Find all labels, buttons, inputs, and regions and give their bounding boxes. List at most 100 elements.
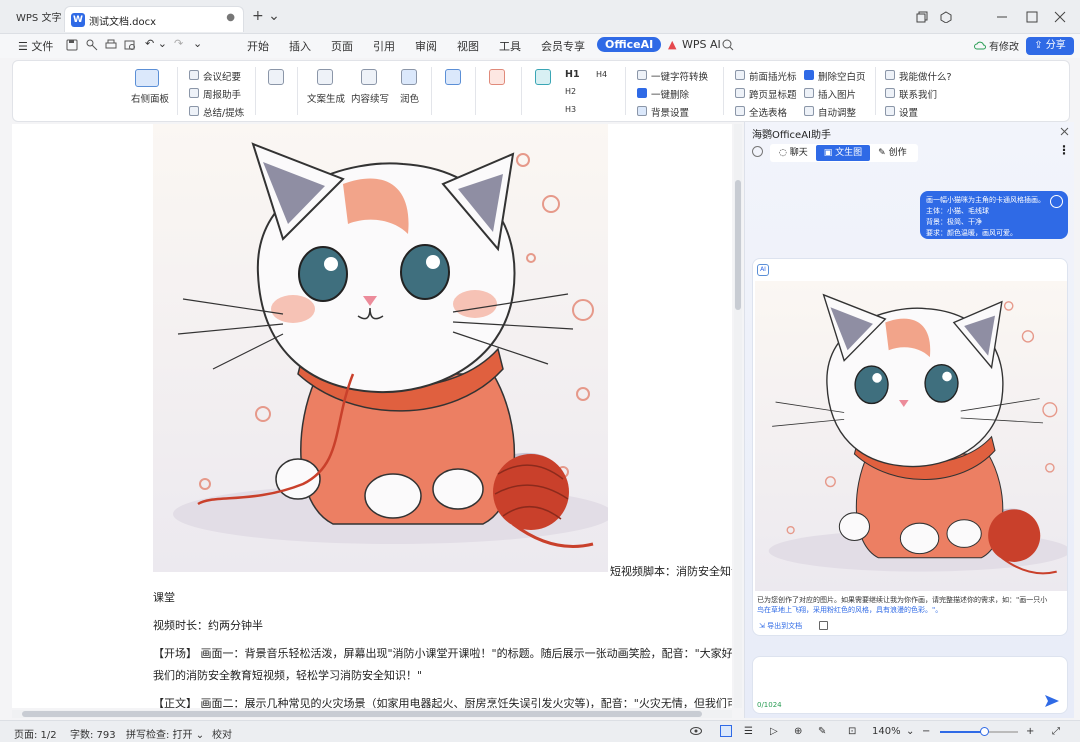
zoom-level[interactable]: 140%	[872, 726, 901, 737]
close-panel-icon[interactable]	[1060, 127, 1069, 136]
continue-writing-button[interactable]: 内容续写	[351, 91, 389, 105]
convert-icon[interactable]	[489, 69, 505, 85]
heading-1-button[interactable]: H1	[565, 69, 580, 80]
zoom-slider-knob[interactable]	[979, 727, 989, 736]
print-preview-icon[interactable]	[124, 39, 136, 51]
document-tab[interactable]: W 测试文档.docx ●	[64, 6, 244, 32]
ai-avatar-icon: AI	[757, 264, 769, 276]
menu-page[interactable]: 页面	[331, 38, 353, 54]
heading-4-button[interactable]: H4	[596, 70, 607, 79]
auto-adjust-button[interactable]: 自动调整	[818, 105, 856, 119]
heading-2-button[interactable]: H2	[565, 87, 576, 96]
outline-view-icon[interactable]: ☰	[744, 726, 753, 737]
cube-icon[interactable]	[940, 11, 952, 23]
new-tab-button[interactable]: + ⌄	[252, 8, 280, 24]
zoom-dropdown-icon[interactable]: ⌄	[906, 726, 914, 737]
history-icon[interactable]	[752, 146, 763, 157]
delete-blank-page-button[interactable]: 删除空白页	[818, 69, 866, 83]
copywrite-button[interactable]: 文案生成	[307, 91, 345, 105]
save-image-icon[interactable]	[819, 621, 828, 630]
insert-image-button[interactable]: 插入图片	[818, 87, 856, 101]
spell-check-toggle[interactable]: 拼写检查: 打开 ⌄	[126, 726, 204, 741]
menu-member[interactable]: 会员专享	[541, 38, 585, 54]
search-icon[interactable]	[722, 39, 734, 51]
what-can-i-do-button[interactable]: 我能做什么?	[899, 69, 952, 83]
contact-us-button[interactable]: 联系我们	[899, 87, 937, 101]
export-to-doc-button[interactable]: ⇲ 导出到文档	[759, 621, 802, 631]
right-panel-icon[interactable]	[135, 69, 159, 87]
one-key-delete-button[interactable]: 一键删除	[651, 87, 689, 101]
heading-3-button[interactable]: H3	[565, 105, 576, 114]
summary-button[interactable]: 总结/提炼	[203, 105, 244, 119]
proofread-button[interactable]: 校对	[212, 726, 232, 741]
ribbon-separator	[625, 67, 626, 115]
web-view-icon[interactable]: ⊕	[794, 726, 802, 737]
horizontal-scrollbar[interactable]	[12, 710, 732, 718]
cross-page-title-button[interactable]: 跨页显标题	[749, 87, 797, 101]
more-options-icon[interactable]: ⋮	[1058, 143, 1070, 157]
weekly-report-button[interactable]: 周报助手	[203, 87, 241, 101]
minimize-icon[interactable]	[996, 11, 1008, 23]
print-icon[interactable]	[105, 39, 117, 51]
page-view-icon[interactable]	[720, 725, 732, 737]
send-icon[interactable]	[1045, 695, 1059, 707]
document-page[interactable]: 短视频脚本：消防安全知识 课堂 视频时长：约两分钟半 【开场】 画面一：背景音乐…	[12, 124, 732, 708]
undo-icon[interactable]: ↶ ⌄	[145, 37, 167, 50]
settings-button[interactable]: 设置	[899, 105, 918, 119]
ai-panel-title: 海鹦OfficeAI助手	[752, 130, 831, 141]
front-cursor-button[interactable]: 前面插光标	[749, 69, 797, 83]
menu-review[interactable]: 审阅	[415, 38, 437, 54]
tab-create[interactable]: ✎ 创作	[870, 145, 914, 161]
tab-close-icon[interactable]: ●	[226, 12, 235, 23]
generated-cat-image[interactable]	[755, 281, 1067, 591]
link-icon[interactable]	[86, 39, 98, 51]
background-settings-button[interactable]: 背景设置	[651, 105, 689, 119]
close-window-icon[interactable]	[1054, 11, 1066, 23]
fullscreen-icon[interactable]: ⤢	[1052, 726, 1060, 737]
menu-insert[interactable]: 插入	[289, 38, 311, 54]
tab-text-to-image[interactable]: ▣ 文生图	[815, 145, 871, 161]
zoom-in-button[interactable]: +	[1026, 726, 1034, 737]
tab-chat[interactable]: ◌ 聊天	[771, 145, 816, 161]
ribbon-separator	[431, 67, 432, 115]
layout-icon[interactable]	[445, 69, 461, 85]
redo-icon[interactable]: ↷	[174, 37, 183, 50]
play-icon[interactable]: ▷	[770, 726, 778, 737]
meeting-minutes-button[interactable]: 会议纪要	[203, 69, 241, 83]
app-tab[interactable]: WPS 文字	[8, 8, 69, 30]
menu-officeai[interactable]: OfficeAI	[597, 37, 662, 52]
image-icon: ▣	[823, 148, 833, 158]
select-table-button[interactable]: 全选表格	[749, 105, 787, 119]
save-icon[interactable]	[66, 39, 78, 51]
auto-adjust-icon	[804, 106, 814, 116]
tab-chat-label: 聊天	[789, 148, 808, 158]
page-indicator[interactable]: 页面: 1/2	[14, 726, 57, 741]
document-icon[interactable]	[268, 69, 284, 85]
modified-status[interactable]: 有修改	[989, 38, 1019, 53]
vertical-scroll-thumb[interactable]	[735, 180, 741, 310]
polish-button[interactable]: 润色	[400, 91, 419, 105]
cat-illustration-image[interactable]	[153, 124, 608, 572]
eye-icon[interactable]	[690, 726, 702, 736]
right-panel-button[interactable]: 右侧面板	[131, 91, 169, 105]
menu-view[interactable]: 视图	[457, 38, 479, 54]
ai-prompt-input[interactable]: 0/1024	[752, 656, 1068, 714]
heading-style-icon[interactable]	[535, 69, 551, 85]
menu-tools[interactable]: 工具	[499, 38, 521, 54]
maximize-icon[interactable]	[1026, 11, 1038, 23]
file-menu[interactable]: ☰ 文件	[18, 38, 53, 54]
pen-icon[interactable]: ✎	[818, 726, 826, 737]
menu-home[interactable]: 开始	[247, 38, 269, 54]
more-chevron-icon[interactable]: ⌄	[193, 37, 202, 50]
horizontal-scroll-thumb[interactable]	[22, 711, 702, 717]
zoom-out-button[interactable]: −	[922, 726, 930, 737]
select-table-icon	[735, 106, 745, 116]
menu-reference[interactable]: 引用	[373, 38, 395, 54]
one-key-convert-button[interactable]: 一键字符转换	[651, 69, 708, 83]
edit-icon: ✎	[878, 148, 886, 158]
share-button[interactable]: ⇪ 分享	[1026, 37, 1074, 55]
menu-wps-ai[interactable]: WPS AI	[682, 38, 721, 51]
fit-page-icon[interactable]: ⊡	[848, 726, 856, 737]
word-count[interactable]: 字数: 793	[70, 726, 116, 741]
restore-tab-icon[interactable]	[916, 11, 928, 23]
